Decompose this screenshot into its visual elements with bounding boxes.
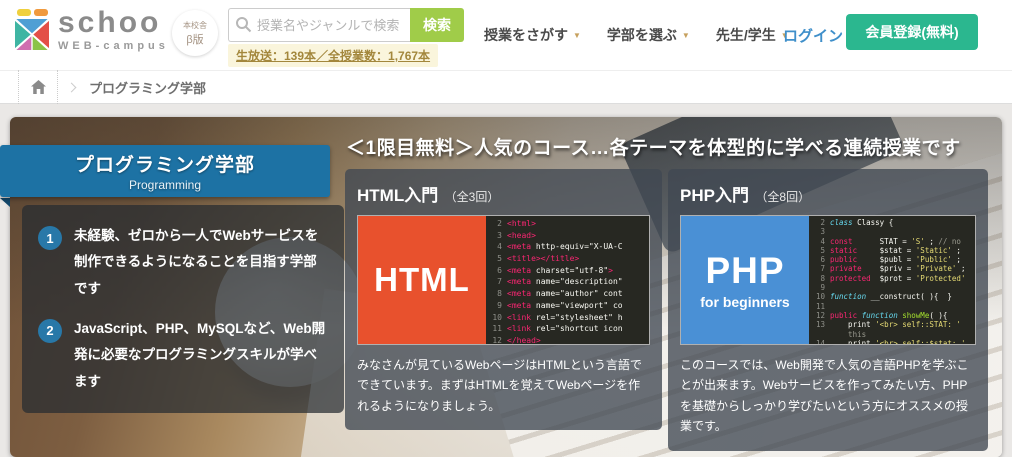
home-icon	[30, 80, 46, 94]
schoo-logo[interactable]: schoo WEB-campus	[14, 8, 169, 52]
course-description: このコースでは、Web開発で人気の言語PHPを学ぶことが出来ます。Webサービス…	[680, 358, 969, 434]
nav-teacher-student[interactable]: 先生/学生 ▼	[716, 25, 789, 45]
course-title: PHP入門 （全8回）	[680, 186, 811, 205]
chevron-down-icon: ▼	[573, 30, 581, 40]
course-thumbnail: HTML 2 <html> 3 <head> 4 <meta http-equiv="X-…	[357, 215, 650, 345]
department-banner: プログラミング学部 Programming 1 未経験、ゼロから一人でWebサー…	[0, 117, 1002, 457]
feature-number-badge: 1	[38, 226, 62, 250]
search-bar: 検索	[228, 8, 464, 42]
logo-name: schoo	[58, 6, 162, 39]
course-title: HTML入門 （全3回）	[357, 186, 500, 205]
main-nav: 授業をさがす ▼ 学部を選ぶ ▼ 先生/学生 ▼	[484, 0, 789, 70]
site-header: schoo WEB-campus 本校舎 β版 検索 生放送：139本／全授業数…	[0, 0, 1012, 70]
course-description: みなさんが見ているWebページはHTMLという言語でできています。まずはHTML…	[357, 358, 642, 413]
department-features: 1 未経験、ゼロから一人でWebサービスを制作できるようになることを目指す学部で…	[22, 205, 344, 413]
chevron-down-icon: ▼	[681, 30, 690, 40]
ribbon-fold	[0, 198, 10, 207]
feature-number-badge: 2	[38, 318, 62, 343]
html-logo-block: HTML	[358, 216, 486, 344]
signup-button[interactable]: 会員登録(無料)	[846, 14, 978, 50]
php-logo-block: PHP for beginners	[681, 216, 809, 344]
code-editor-preview: 2 class Classy {3 4 const STAT = 'S' ; // n…	[809, 216, 975, 344]
live-stats-badge[interactable]: 生放送：139本／全授業数：1,767本	[228, 44, 439, 67]
course-thumbnail: PHP for beginners 2 class Classy {3 4 const…	[680, 215, 976, 345]
courses-heading: ＜1限目無料＞人気のコース…各テーマを体型的に学べる連続授業です	[346, 138, 961, 159]
feature-item: 2 JavaScript、PHP、MySQLなど、Web開発に必要なプログラミン…	[38, 316, 328, 395]
breadcrumb-current: プログラミング学部	[89, 80, 207, 96]
breadcrumb-separator-icon	[66, 82, 77, 92]
search-input[interactable]	[228, 8, 410, 42]
search-button[interactable]: 検索	[410, 8, 464, 42]
department-ribbon: プログラミング学部 Programming	[0, 145, 330, 197]
code-editor-preview: 2 <html> 3 <head> 4 <meta http-equiv="X-UA-C 5…	[486, 216, 649, 344]
schoo-logo-icon	[14, 8, 50, 52]
feature-item: 1 未経験、ゼロから一人でWebサービスを制作できるようになることを目指す学部で…	[38, 223, 328, 302]
department-subtitle: Programming	[128, 178, 202, 192]
breadcrumb: プログラミング学部	[0, 70, 1012, 104]
nav-choose-department[interactable]: 学部を選ぶ ▼	[607, 25, 690, 45]
nav-find-classes[interactable]: 授業をさがす ▼	[484, 25, 581, 45]
course-card-php[interactable]: PHP入門 （全8回） PHP for beginners 2 class Cla…	[668, 169, 988, 451]
logo-subtitle: WEB-campus	[58, 40, 169, 52]
breadcrumb-home[interactable]	[18, 70, 58, 104]
course-card-html[interactable]: HTML入門 （全3回） HTML 2 <html> 3 <head> 4 <meta h…	[345, 169, 662, 431]
department-title: プログラミング学部	[74, 155, 255, 176]
search-icon	[236, 17, 252, 33]
login-link[interactable]: ログイン	[783, 0, 843, 70]
beta-badge: 本校舎 β版	[172, 10, 218, 56]
